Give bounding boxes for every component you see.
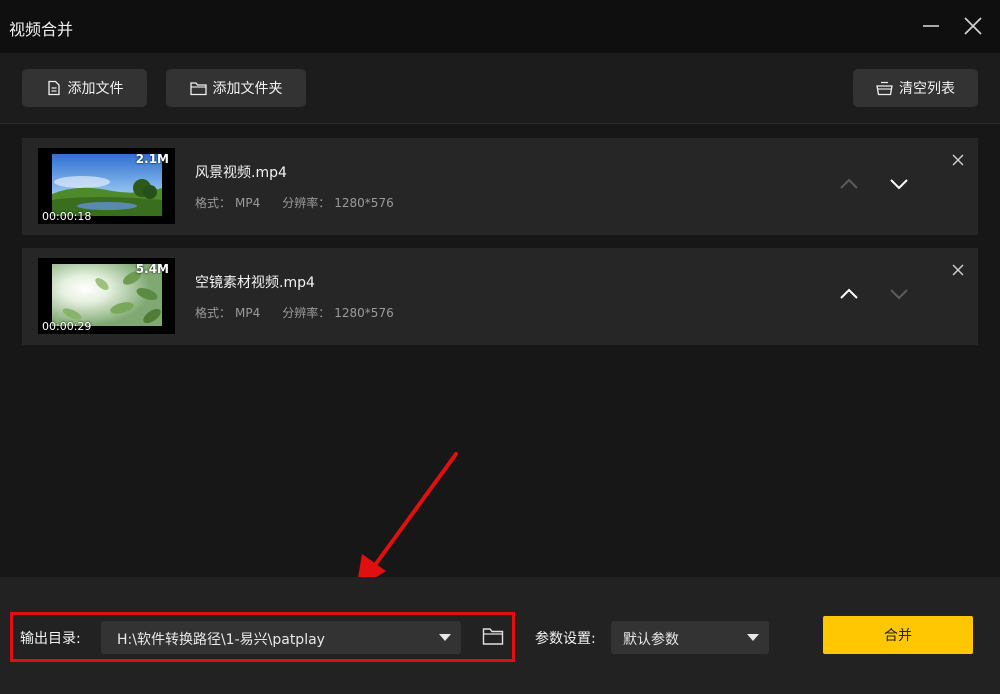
video-thumbnail: 2.1M 00:00:18: [38, 148, 175, 224]
arrow-down-icon: [890, 289, 908, 300]
close-icon: [952, 264, 964, 276]
toolbar: 添加文件 添加文件夹 清空列表: [0, 53, 1000, 124]
remove-item-button[interactable]: [951, 262, 965, 276]
arrow-up-icon: [840, 288, 858, 299]
duration: 00:00:29: [42, 320, 92, 333]
clear-list-button[interactable]: 清空列表: [853, 69, 978, 107]
window-title: 视频合并: [9, 20, 74, 39]
add-file-button[interactable]: 添加文件: [22, 69, 147, 107]
move-up-button[interactable]: [837, 175, 861, 193]
chevron-down-icon: [747, 634, 759, 641]
move-down-button[interactable]: [887, 285, 911, 303]
basket-icon: [876, 81, 893, 95]
remove-item-button[interactable]: [951, 152, 965, 166]
folder-icon: [189, 81, 207, 95]
file-name: 风景视频.mp4: [195, 165, 287, 181]
output-dir-value: H:\软件转换路径\1-易兴\patplay: [117, 632, 325, 648]
duration: 00:00:18: [42, 210, 92, 223]
title-bar: 视频合并: [0, 0, 1000, 53]
resolution-label: 分辨率：: [282, 196, 331, 210]
folder-icon: [482, 628, 504, 645]
close-icon: [952, 154, 964, 166]
minimize-icon[interactable]: [919, 14, 943, 38]
file-size: 5.4M: [135, 262, 169, 276]
file-icon: [47, 80, 60, 96]
bottom-bar: 输出目录: H:\软件转换路径\1-易兴\patplay 参数设置: 默认参数 …: [0, 577, 1000, 694]
file-meta: 格式： MP4 分辨率： 1280*576: [195, 304, 398, 321]
file-name: 空镜素材视频.mp4: [195, 275, 315, 291]
format-value: MP4: [235, 306, 261, 320]
params-value: 默认参数: [623, 632, 679, 648]
add-folder-button[interactable]: 添加文件夹: [166, 69, 306, 107]
clear-list-label: 清空列表: [899, 81, 955, 97]
format-label: 格式：: [195, 306, 232, 320]
list-item[interactable]: 5.4M 00:00:29 空镜素材视频.mp4 格式： MP4 分辨率： 1280*…: [22, 248, 978, 345]
format-label: 格式：: [195, 196, 232, 210]
merge-label: 合并: [884, 628, 912, 644]
arrow-up-icon: [840, 178, 858, 189]
file-size: 2.1M: [135, 152, 169, 166]
params-select[interactable]: 默认参数: [611, 621, 769, 654]
add-folder-label: 添加文件夹: [212, 81, 283, 97]
add-file-label: 添加文件: [67, 81, 124, 97]
resolution-value: 1280*576: [334, 196, 394, 210]
resolution-value: 1280*576: [334, 306, 394, 320]
browse-folder-button[interactable]: [482, 626, 506, 648]
move-up-button[interactable]: [837, 285, 861, 303]
list-item[interactable]: 2.1M 00:00:18 风景视频.mp4 格式： MP4 分辨率： 1280*57…: [22, 138, 978, 235]
output-dir-select[interactable]: H:\软件转换路径\1-易兴\patplay: [101, 621, 461, 654]
merge-button[interactable]: 合并: [823, 616, 973, 654]
resolution-label: 分辨率：: [282, 306, 331, 320]
close-icon[interactable]: [961, 14, 985, 38]
chevron-down-icon: [439, 634, 451, 641]
video-thumbnail: 5.4M 00:00:29: [38, 258, 175, 334]
params-label: 参数设置:: [535, 631, 596, 647]
format-value: MP4: [235, 196, 261, 210]
arrow-down-icon: [890, 179, 908, 190]
move-down-button[interactable]: [887, 175, 911, 193]
output-dir-label: 输出目录:: [20, 631, 81, 647]
file-meta: 格式： MP4 分辨率： 1280*576: [195, 194, 398, 211]
